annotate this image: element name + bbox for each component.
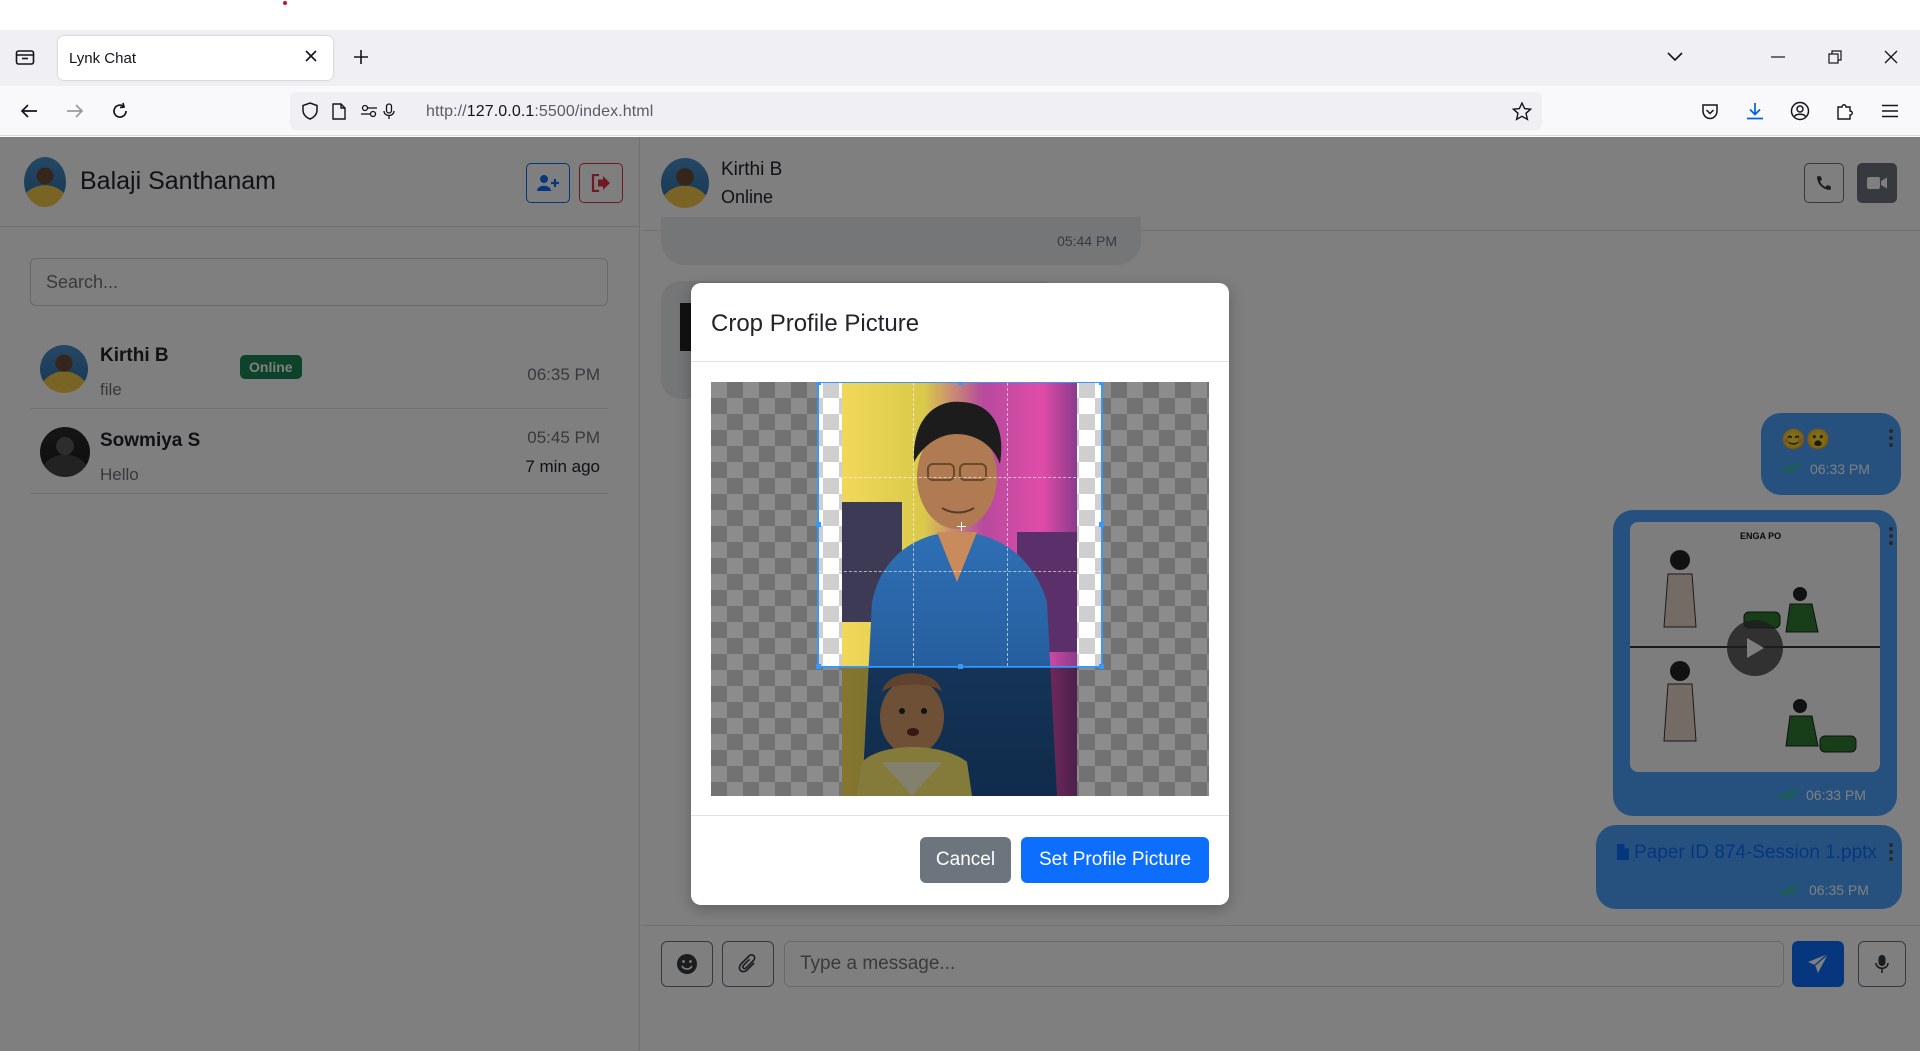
new-tab-icon[interactable] <box>348 44 374 70</box>
crop-guide-horizontal <box>819 571 1101 573</box>
tab-title: Lynk Chat <box>69 50 136 67</box>
mic-icon[interactable] <box>376 98 402 124</box>
window-close-icon[interactable] <box>1878 44 1904 70</box>
crop-handle-w[interactable] <box>816 522 821 527</box>
pocket-icon[interactable] <box>1697 98 1723 124</box>
url-path: :5500/index.html <box>534 103 654 120</box>
crop-handle-nw[interactable] <box>816 382 821 385</box>
reload-icon[interactable] <box>107 98 133 124</box>
back-icon[interactable] <box>16 98 42 124</box>
crop-guide-horizontal <box>819 477 1101 479</box>
crop-center-mark <box>957 518 966 531</box>
crop-guide-vertical <box>912 383 914 666</box>
crop-handle-n[interactable] <box>958 382 963 385</box>
modal-header: Crop Profile Picture <box>691 283 1229 362</box>
crop-handle-s[interactable] <box>958 664 963 669</box>
modal-title: Crop Profile Picture <box>711 310 920 337</box>
url-host: 127.0.0.1 <box>466 103 535 120</box>
shield-icon[interactable] <box>297 98 323 124</box>
url-scheme: http:// <box>426 103 467 120</box>
crop-profile-modal: Crop Profile Picture Cancel Set Profile … <box>691 283 1229 905</box>
tab-list-icon[interactable] <box>12 44 38 70</box>
indicator-dot <box>283 1 287 5</box>
restore-icon[interactable] <box>1822 44 1848 70</box>
crop-guide-vertical <box>1006 383 1008 666</box>
download-icon[interactable] <box>1742 98 1768 124</box>
minimize-icon[interactable] <box>1765 44 1791 70</box>
modal-footer: Cancel Set Profile Picture <box>691 815 1229 905</box>
tab-bar: Lynk Chat <box>0 30 1920 86</box>
page-icon[interactable] <box>326 98 352 124</box>
account-icon[interactable] <box>1787 98 1813 124</box>
set-profile-picture-button[interactable]: Set Profile Picture <box>1021 837 1209 883</box>
crop-selection[interactable] <box>816 382 1104 669</box>
extensions-icon[interactable] <box>1832 98 1858 124</box>
url-text[interactable]: http://127.0.0.1:5500/index.html <box>426 103 653 121</box>
browser-tab[interactable]: Lynk Chat <box>58 36 333 80</box>
crop-handle-se[interactable] <box>1099 664 1104 669</box>
crop-canvas[interactable] <box>711 382 1209 796</box>
address-bar[interactable]: http://127.0.0.1:5500/index.html <box>290 92 1542 130</box>
navigation-bar: http://127.0.0.1:5500/index.html <box>0 86 1920 136</box>
close-icon[interactable] <box>299 44 323 68</box>
star-icon[interactable] <box>1509 98 1535 124</box>
menu-icon[interactable] <box>1877 98 1903 124</box>
crop-handle-sw[interactable] <box>816 664 821 669</box>
crop-handle-e[interactable] <box>1099 522 1104 527</box>
title-strip <box>0 0 1920 30</box>
crop-handle-ne[interactable] <box>1099 382 1104 385</box>
forward-icon[interactable] <box>62 98 88 124</box>
cancel-button[interactable]: Cancel <box>920 837 1011 883</box>
chevron-down-icon[interactable] <box>1662 44 1688 70</box>
